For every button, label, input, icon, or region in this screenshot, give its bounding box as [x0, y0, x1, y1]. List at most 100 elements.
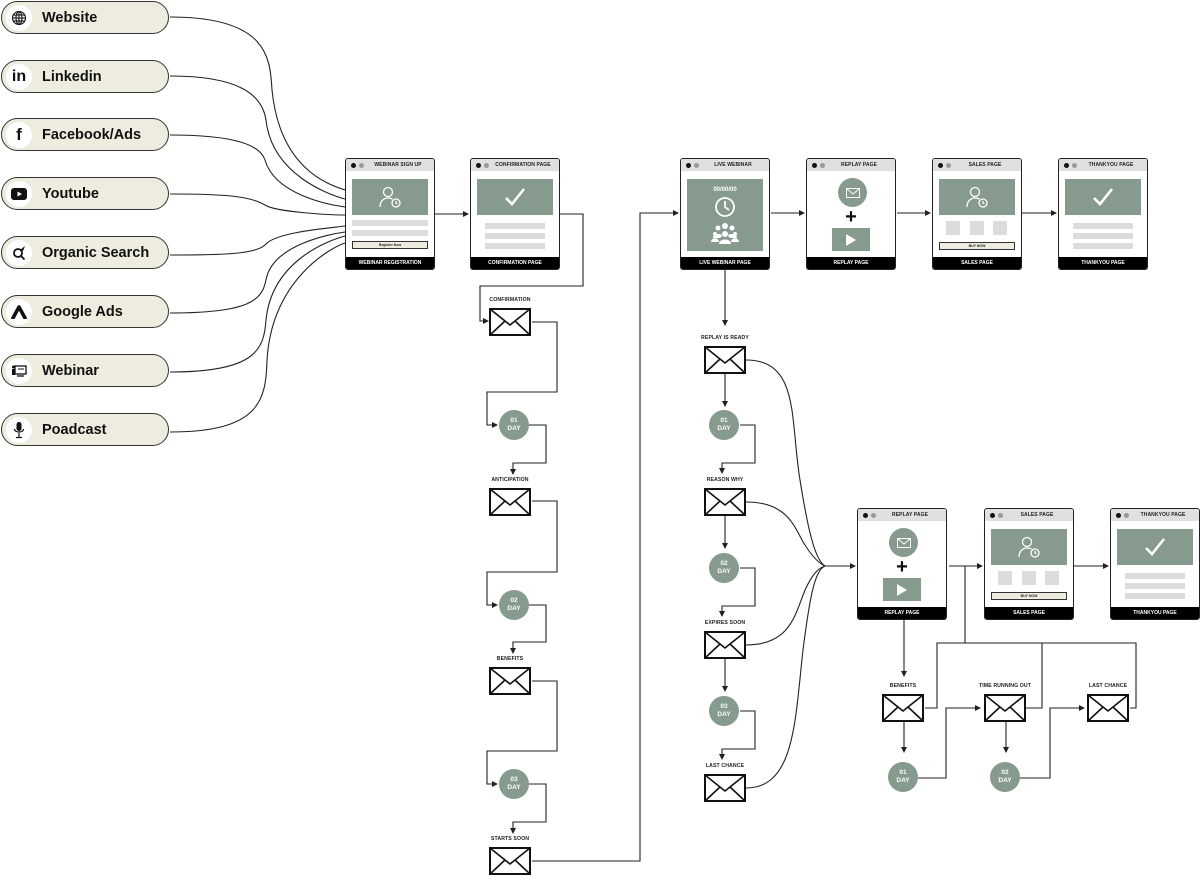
- countdown-timer: 00/00/00: [713, 186, 737, 193]
- email-envelope-icon[interactable]: [704, 774, 746, 802]
- email-envelope-icon[interactable]: [489, 667, 531, 695]
- page-footer: REPLAY PAGE: [807, 257, 895, 269]
- video-play-icon: [883, 578, 921, 601]
- delay-badge: 02 DAY: [990, 762, 1020, 792]
- source-label: Poadcast: [42, 421, 107, 438]
- browser-bar: WEBINAR SIGN UP: [346, 159, 434, 171]
- page-footer: SALES PAGE: [933, 257, 1021, 269]
- checkmark-icon: [1065, 179, 1141, 215]
- delay-number: 02: [1001, 769, 1009, 776]
- browser-bar: THANKYOU PAGE: [1059, 159, 1147, 171]
- connector-youtube: [169, 193, 346, 216]
- browser-bar: SALES PAGE: [933, 159, 1021, 171]
- email-envelope-icon[interactable]: [489, 847, 531, 875]
- source-organic-search[interactable]: Organic Search: [1, 236, 169, 269]
- source-linkedin[interactable]: in Linkedin: [1, 60, 169, 93]
- delay-number: 03: [510, 776, 518, 783]
- email-envelope-icon[interactable]: [704, 346, 746, 374]
- email-label: ANTICIPATION: [491, 477, 529, 483]
- source-label: Youtube: [42, 185, 99, 202]
- email-label: STARTS SOON: [490, 836, 530, 842]
- email-envelope-icon[interactable]: [704, 631, 746, 659]
- delay-unit: DAY: [717, 425, 731, 432]
- page-sales-1[interactable]: SALES PAGE BUY NOW SALES PAGE: [932, 158, 1022, 270]
- microphone-icon: [6, 416, 32, 443]
- delay-badge: 02 DAY: [709, 553, 739, 583]
- delay-number: 03: [720, 703, 728, 710]
- buy-now-button[interactable]: BUY NOW: [939, 242, 1015, 250]
- delay-number: 02: [510, 597, 518, 604]
- connector-facebook: [169, 134, 346, 208]
- webinar-icon: [6, 357, 32, 384]
- email-label: BENEFITS: [496, 656, 524, 662]
- page-thankyou-2[interactable]: THANKYOU PAGE THANKYOU PAGE: [1110, 508, 1200, 620]
- plus-icon: +: [845, 206, 857, 228]
- email-envelope-icon[interactable]: [882, 694, 924, 722]
- page-title: CONFIRMATION PAGE: [495, 162, 551, 168]
- email-envelope-icon[interactable]: [984, 694, 1026, 722]
- page-thankyou-1[interactable]: THANKYOU PAGE THANKYOU PAGE: [1058, 158, 1148, 270]
- email-envelope-icon[interactable]: [489, 488, 531, 516]
- mail-icon: [889, 528, 918, 557]
- buy-now-button[interactable]: BUY NOW: [991, 592, 1067, 600]
- plus-icon: +: [896, 556, 908, 578]
- source-poadcast[interactable]: Poadcast: [1, 413, 169, 446]
- user-clock-icon: [939, 179, 1015, 215]
- page-replay-1[interactable]: REPLAY PAGE + REPLAY PAGE: [806, 158, 896, 270]
- page-sales-2[interactable]: SALES PAGE BUY NOW SALES PAGE: [984, 508, 1074, 620]
- source-website[interactable]: Website: [1, 1, 169, 34]
- browser-bar: THANKYOU PAGE: [1111, 509, 1199, 521]
- page-title: SALES PAGE: [1020, 512, 1054, 518]
- delay-number: 01: [720, 417, 728, 424]
- browser-bar: REPLAY PAGE: [807, 159, 895, 171]
- email-envelope-icon[interactable]: [704, 488, 746, 516]
- email-envelope-icon[interactable]: [489, 308, 531, 336]
- page-title: THANKYOU PAGE: [1088, 162, 1134, 168]
- page-replay-2[interactable]: REPLAY PAGE + REPLAY PAGE: [857, 508, 947, 620]
- source-label: Webinar: [42, 362, 99, 379]
- clock-icon: [715, 196, 735, 217]
- page-footer: THANKYOU PAGE: [1059, 257, 1147, 269]
- page-live-webinar[interactable]: LIVE WEBINAR 00/00/00 LIVE WEBINAR PAGE: [680, 158, 770, 270]
- delay-unit: DAY: [507, 605, 521, 612]
- connector-organic: [169, 225, 346, 256]
- connector-poadcast: [169, 242, 346, 433]
- delay-badge: 01 DAY: [709, 410, 739, 440]
- checkmark-icon: [477, 179, 553, 215]
- search-icon: [6, 239, 32, 266]
- source-youtube[interactable]: Youtube: [1, 177, 169, 210]
- source-label: Linkedin: [42, 68, 102, 85]
- page-footer: SALES PAGE: [985, 607, 1073, 619]
- source-label: Website: [42, 9, 98, 26]
- page-title: LIVE WEBINAR: [714, 162, 752, 168]
- delay-badge: 03 DAY: [499, 769, 529, 799]
- google-ads-icon: [6, 298, 32, 325]
- page-title: REPLAY PAGE: [891, 512, 929, 518]
- source-label: Organic Search: [42, 244, 150, 261]
- connector-webinar: [169, 235, 346, 373]
- source-google-ads[interactable]: Google Ads: [1, 295, 169, 328]
- checkmark-icon: [1117, 529, 1193, 565]
- globe-icon: [6, 4, 32, 31]
- delay-unit: DAY: [507, 425, 521, 432]
- page-footer: WEBINAR REGISTRATION: [346, 257, 434, 269]
- email-envelope-icon[interactable]: [1087, 694, 1129, 722]
- browser-bar: SALES PAGE: [985, 509, 1073, 521]
- delay-number: 01: [899, 769, 907, 776]
- browser-bar: REPLAY PAGE: [858, 509, 946, 521]
- source-webinar[interactable]: Webinar: [1, 354, 169, 387]
- source-facebook[interactable]: f Facebook/Ads: [1, 118, 169, 151]
- page-confirmation[interactable]: CONFIRMATION PAGE CONFIRMATION PAGE: [470, 158, 560, 270]
- webinar-hero: 00/00/00: [687, 179, 763, 251]
- delay-unit: DAY: [717, 568, 731, 575]
- delay-number: 01: [510, 417, 518, 424]
- page-footer: REPLAY PAGE: [858, 607, 946, 619]
- mail-icon: [838, 178, 867, 207]
- delay-unit: DAY: [896, 777, 910, 784]
- register-now-button[interactable]: Register Now: [352, 241, 428, 249]
- email-label: EXPIRES SOON: [704, 620, 746, 626]
- delay-number: 02: [720, 560, 728, 567]
- page-title: WEBINAR SIGN UP: [374, 162, 422, 168]
- delay-badge: 01 DAY: [888, 762, 918, 792]
- page-webinar-signup[interactable]: WEBINAR SIGN UP Register Now WEBINAR REG…: [345, 158, 435, 270]
